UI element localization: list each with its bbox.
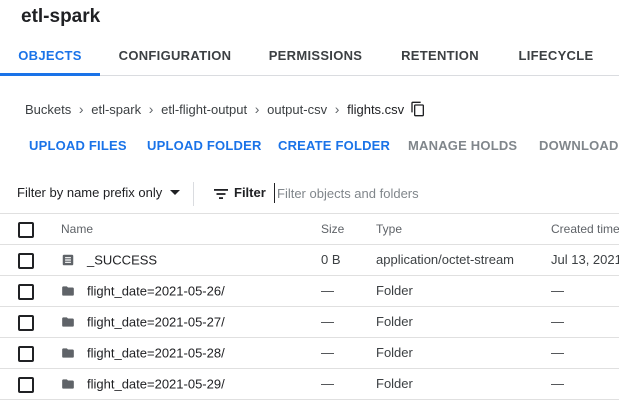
divider bbox=[193, 182, 194, 206]
tab-configuration[interactable]: CONFIGURATION bbox=[113, 37, 237, 75]
create-folder-button[interactable]: CREATE FOLDER bbox=[278, 138, 390, 153]
object-created: — bbox=[551, 283, 564, 298]
upload-folder-button[interactable]: UPLOAD FOLDER bbox=[147, 138, 262, 153]
object-type: Folder bbox=[376, 345, 413, 360]
object-name-link[interactable]: flight_date=2021-05-27/ bbox=[87, 315, 225, 330]
object-name-link[interactable]: flight_date=2021-05-26/ bbox=[87, 284, 225, 299]
filter-label: Filter bbox=[234, 185, 266, 200]
row-checkbox[interactable] bbox=[18, 346, 34, 362]
column-header-type[interactable]: Type bbox=[376, 214, 546, 244]
chevron-right-icon: › bbox=[254, 101, 260, 117]
filter-input[interactable] bbox=[274, 183, 607, 203]
object-created: — bbox=[551, 314, 564, 329]
object-created: — bbox=[551, 376, 564, 391]
object-size: — bbox=[321, 314, 334, 329]
prefix-filter-dropdown[interactable]: Filter by name prefix only bbox=[17, 185, 181, 200]
object-size: — bbox=[321, 283, 334, 298]
table-row[interactable]: _SUCCESS 0 B application/octet-stream Ju… bbox=[0, 245, 619, 276]
object-name-link[interactable]: flight_date=2021-05-28/ bbox=[87, 346, 225, 361]
download-button[interactable]: DOWNLOAD bbox=[539, 138, 619, 153]
tab-lifecycle[interactable]: LIFECYCLE bbox=[511, 37, 601, 75]
action-bar: UPLOAD FILES UPLOAD FOLDER CREATE FOLDER… bbox=[0, 138, 619, 160]
filter-bar: Filter by name prefix only Filter bbox=[0, 176, 619, 212]
folder-icon bbox=[62, 285, 74, 296]
prefix-filter-label: Filter by name prefix only bbox=[17, 185, 163, 200]
table-row[interactable]: flight_date=2021-05-28/ — Folder — bbox=[0, 338, 619, 369]
object-type: application/octet-stream bbox=[376, 252, 515, 267]
object-name-link[interactable]: flight_date=2021-05-29/ bbox=[87, 377, 225, 392]
object-size: — bbox=[321, 345, 334, 360]
caret-down-icon bbox=[170, 190, 181, 195]
breadcrumb: Buckets › etl-spark › etl-flight-output … bbox=[25, 101, 426, 117]
file-icon bbox=[62, 254, 74, 265]
folder-icon bbox=[62, 347, 74, 358]
chevron-right-icon: › bbox=[78, 101, 84, 117]
filter-icon bbox=[214, 189, 228, 199]
select-all-checkbox[interactable] bbox=[18, 222, 34, 238]
column-header-size[interactable]: Size bbox=[321, 214, 369, 244]
upload-files-button[interactable]: UPLOAD FILES bbox=[29, 138, 127, 153]
row-checkbox[interactable] bbox=[18, 253, 34, 269]
tab-retention[interactable]: RETENTION bbox=[395, 37, 485, 75]
objects-table: Name Size Type Created time _SUCCESS 0 B… bbox=[0, 213, 619, 400]
row-checkbox[interactable] bbox=[18, 377, 34, 393]
column-header-created[interactable]: Created time bbox=[551, 214, 619, 244]
row-checkbox[interactable] bbox=[18, 315, 34, 331]
breadcrumb-bucket[interactable]: etl-spark bbox=[91, 102, 141, 117]
row-checkbox[interactable] bbox=[18, 284, 34, 300]
breadcrumb-current: flights.csv bbox=[347, 101, 405, 117]
manage-holds-button[interactable]: MANAGE HOLDS bbox=[408, 138, 517, 153]
tab-objects[interactable]: OBJECTS bbox=[0, 37, 100, 76]
table-header: Name Size Type Created time bbox=[0, 213, 619, 245]
table-row[interactable]: flight_date=2021-05-29/ — Folder — bbox=[0, 369, 619, 400]
page-title: etl-spark bbox=[21, 6, 101, 27]
object-type: Folder bbox=[376, 376, 413, 391]
tab-permissions[interactable]: PERMISSIONS bbox=[262, 37, 369, 75]
object-type: Folder bbox=[376, 314, 413, 329]
breadcrumb-folder[interactable]: etl-flight-output bbox=[161, 102, 247, 117]
object-size: — bbox=[321, 376, 334, 391]
copy-icon[interactable] bbox=[410, 101, 426, 117]
chevron-right-icon: › bbox=[334, 101, 340, 117]
breadcrumb-subfolder[interactable]: output-csv bbox=[267, 102, 327, 117]
breadcrumb-buckets[interactable]: Buckets bbox=[25, 102, 71, 117]
object-name-link[interactable]: _SUCCESS bbox=[87, 253, 157, 268]
folder-icon bbox=[62, 316, 74, 327]
column-header-name[interactable]: Name bbox=[61, 214, 311, 244]
chevron-right-icon: › bbox=[148, 101, 154, 117]
object-created: — bbox=[551, 345, 564, 360]
object-type: Folder bbox=[376, 283, 413, 298]
tab-bar: OBJECTS CONFIGURATION PERMISSIONS RETENT… bbox=[0, 37, 619, 76]
object-size: 0 B bbox=[321, 252, 341, 267]
folder-icon bbox=[62, 378, 74, 389]
table-row[interactable]: flight_date=2021-05-27/ — Folder — bbox=[0, 307, 619, 338]
object-created: Jul 13, 2021 bbox=[551, 252, 619, 267]
table-row[interactable]: flight_date=2021-05-26/ — Folder — bbox=[0, 276, 619, 307]
